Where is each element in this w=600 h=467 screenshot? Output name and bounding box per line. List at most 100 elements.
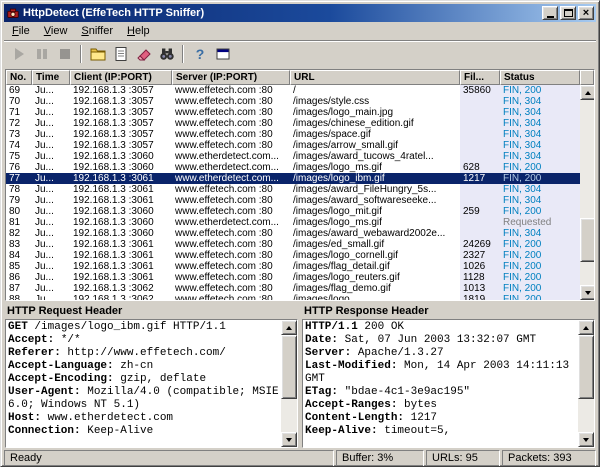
- cell-server: www.effetech.com :80: [172, 85, 290, 96]
- request-row-82[interactable]: 82Ju...192.168.1.3 :3060www.effetech.com…: [6, 228, 580, 239]
- scrollbar-thumb[interactable]: [578, 335, 594, 399]
- maximize-button[interactable]: [560, 6, 576, 20]
- request-row-88[interactable]: 88Ju...192.168.1.3 :3062www.effetech.com…: [6, 294, 580, 300]
- status-packets: Packets: 393: [502, 450, 596, 467]
- cell-time: Ju...: [32, 151, 70, 162]
- cell-no: 73: [6, 129, 32, 140]
- menu-help[interactable]: Help: [120, 23, 157, 39]
- list-scrollbar[interactable]: [580, 85, 594, 300]
- request-panel-title: HTTP Request Header: [5, 303, 298, 319]
- cell-server: www.effetech.com :80: [172, 140, 290, 151]
- arrow-up-icon: [286, 326, 292, 330]
- request-row-87[interactable]: 87Ju...192.168.1.3 :3062www.effetech.com…: [6, 283, 580, 294]
- header-line: GET /images/logo_ibm.gif HTTP/1.1: [8, 321, 279, 334]
- column-header-fil[interactable]: Fil...: [460, 70, 500, 85]
- column-header-clientipport[interactable]: Client (IP:PORT): [70, 70, 172, 85]
- request-row-76[interactable]: 76Ju...192.168.1.3 :3060www.etherdetect.…: [6, 162, 580, 173]
- maximize-icon: [564, 9, 573, 17]
- scrollbar-track[interactable]: [281, 335, 297, 432]
- cell-url: /images/flag_demo.gif: [290, 283, 460, 294]
- header-line: Date: Sat, 07 Jun 2003 13:32:07 GMT: [305, 334, 576, 347]
- view-log-button[interactable]: [109, 43, 132, 65]
- cell-no: 69: [6, 85, 32, 96]
- request-row-84[interactable]: 84Ju...192.168.1.3 :3061www.effetech.com…: [6, 250, 580, 261]
- column-header-no[interactable]: No.: [6, 70, 32, 85]
- app-window: HttpDetect (EffeTech HTTP Sniffer) × Fil…: [0, 0, 600, 467]
- menu-sniffer[interactable]: Sniffer: [74, 23, 120, 39]
- cell-status: FIN, 200: [500, 261, 580, 272]
- scroll-down-button[interactable]: [580, 285, 594, 300]
- request-header-panel: HTTP Request Header GET /images/logo_ibm…: [5, 303, 298, 448]
- cell-no: 87: [6, 283, 32, 294]
- column-header-serveripport[interactable]: Server (IP:PORT): [172, 70, 290, 85]
- request-row-78[interactable]: 78Ju...192.168.1.3 :3061www.effetech.com…: [6, 184, 580, 195]
- title-bar[interactable]: HttpDetect (EffeTech HTTP Sniffer) ×: [4, 4, 596, 22]
- open-log-button[interactable]: [86, 43, 109, 65]
- menu-file[interactable]: File: [5, 23, 37, 39]
- cell-size: 628: [460, 162, 500, 173]
- cell-time: Ju...: [32, 184, 70, 195]
- scrollbar-thumb[interactable]: [281, 335, 297, 399]
- cell-client: 192.168.1.3 :3061: [70, 250, 172, 261]
- request-row-73[interactable]: 73Ju...192.168.1.3 :3057www.effetech.com…: [6, 129, 580, 140]
- cell-url: /images/chinese_edition.gif: [290, 118, 460, 129]
- cell-size: [460, 228, 500, 239]
- cell-client: 192.168.1.3 :3057: [70, 118, 172, 129]
- cell-time: Ju...: [32, 206, 70, 217]
- request-row-72[interactable]: 72Ju...192.168.1.3 :3057www.effetech.com…: [6, 118, 580, 129]
- request-row-70[interactable]: 70Ju...192.168.1.3 :3057www.effetech.com…: [6, 96, 580, 107]
- request-row-71[interactable]: 71Ju...192.168.1.3 :3057www.effetech.com…: [6, 107, 580, 118]
- cell-server: www.effetech.com :80: [172, 96, 290, 107]
- cell-size: 1013: [460, 283, 500, 294]
- close-button[interactable]: ×: [578, 6, 594, 20]
- cell-time: Ju...: [32, 294, 70, 300]
- request-row-75[interactable]: 75Ju...192.168.1.3 :3060www.etherdetect.…: [6, 151, 580, 162]
- request-row-80[interactable]: 80Ju...192.168.1.3 :3060www.effetech.com…: [6, 206, 580, 217]
- stop-sniffer-button[interactable]: [53, 43, 76, 65]
- column-header-url[interactable]: URL: [290, 70, 460, 85]
- cell-server: www.etherdetect.com...: [172, 162, 290, 173]
- cell-size: 259: [460, 206, 500, 217]
- cell-url: /images/award_tucows_4ratel...: [290, 151, 460, 162]
- column-header-status[interactable]: Status: [500, 70, 580, 85]
- menu-view[interactable]: View: [37, 23, 75, 39]
- pause-sniffer-button[interactable]: [30, 43, 53, 65]
- find-button[interactable]: [155, 43, 178, 65]
- cell-url: /images/logo_main.jpg: [290, 107, 460, 118]
- request-panel-scrollbar[interactable]: [281, 320, 297, 447]
- scrollbar-track[interactable]: [578, 335, 594, 432]
- cell-client: 192.168.1.3 :3057: [70, 129, 172, 140]
- request-row-77[interactable]: 77Ju...192.168.1.3 :3061www.etherdetect.…: [6, 173, 580, 184]
- minimize-button[interactable]: [542, 6, 558, 20]
- scroll-down-button[interactable]: [578, 432, 594, 447]
- cell-size: 2327: [460, 250, 500, 261]
- start-sniffer-button[interactable]: [7, 43, 30, 65]
- cell-client: 192.168.1.3 :3061: [70, 239, 172, 250]
- scrollbar-track[interactable]: [580, 100, 594, 285]
- cell-time: Ju...: [32, 250, 70, 261]
- column-header-time[interactable]: Time: [32, 70, 70, 85]
- scrollbar-thumb[interactable]: [580, 218, 594, 262]
- response-panel-scrollbar[interactable]: [578, 320, 594, 447]
- request-row-86[interactable]: 86Ju...192.168.1.3 :3061www.effetech.com…: [6, 272, 580, 283]
- scroll-up-button[interactable]: [580, 85, 594, 100]
- cell-time: Ju...: [32, 195, 70, 206]
- scroll-up-button[interactable]: [578, 320, 594, 335]
- request-row-83[interactable]: 83Ju...192.168.1.3 :3061www.effetech.com…: [6, 239, 580, 250]
- request-row-81[interactable]: 81Ju...192.168.1.3 :3060www.etherdetect.…: [6, 217, 580, 228]
- cell-server: www.effetech.com :80: [172, 228, 290, 239]
- scroll-down-button[interactable]: [281, 432, 297, 447]
- scroll-up-button[interactable]: [281, 320, 297, 335]
- cell-url: /images/logo_...: [290, 294, 460, 300]
- list-body: 69Ju...192.168.1.3 :3057www.effetech.com…: [6, 85, 594, 300]
- request-row-85[interactable]: 85Ju...192.168.1.3 :3061www.effetech.com…: [6, 261, 580, 272]
- about-button[interactable]: [211, 43, 234, 65]
- help-button[interactable]: [188, 43, 211, 65]
- request-row-69[interactable]: 69Ju...192.168.1.3 :3057www.effetech.com…: [6, 85, 580, 96]
- cell-server: www.etherdetect.com...: [172, 217, 290, 228]
- cell-time: Ju...: [32, 283, 70, 294]
- erase-button[interactable]: [132, 43, 155, 65]
- cell-status: FIN, 200: [500, 239, 580, 250]
- request-row-79[interactable]: 79Ju...192.168.1.3 :3061www.effetech.com…: [6, 195, 580, 206]
- request-row-74[interactable]: 74Ju...192.168.1.3 :3057www.effetech.com…: [6, 140, 580, 151]
